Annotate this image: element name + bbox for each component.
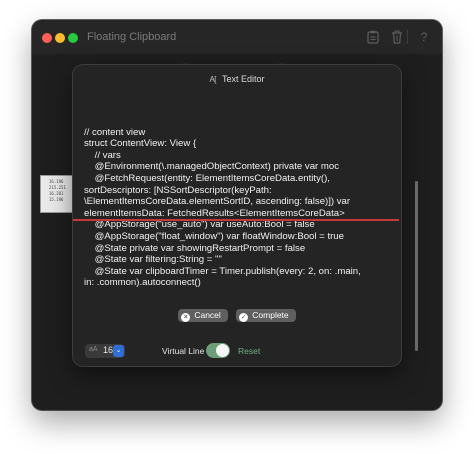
text-format-icon: A[ — [209, 75, 217, 84]
code-line: @AppStorage("float_window") var floatWin… — [84, 230, 344, 242]
code-line: // content view — [84, 126, 146, 138]
text-editor-sheet: A[ Text Editor // content view struct Cont… — [73, 65, 418, 366]
text-editor-header: A[ Text Editor — [73, 65, 401, 93]
code-line: @AppStorage("use_auto") var useAuto:Bool… — [84, 219, 315, 231]
checkmark-circle-icon: ✓ — [239, 313, 249, 322]
trash-icon[interactable] — [391, 30, 403, 44]
editor-scrollbar[interactable] — [415, 181, 418, 351]
font-size-value: 16 — [103, 345, 114, 355]
code-line: @FetchRequest(entity: ElementItemsCoreDa… — [84, 172, 330, 184]
clipboard-icon[interactable] — [367, 30, 379, 44]
title-bar: Floating Clipboard ? — [32, 20, 442, 54]
toggle-knob — [216, 344, 229, 357]
chevron-up-down-icon: ⌄ — [113, 345, 124, 357]
minimize-window-button[interactable] — [55, 33, 65, 43]
xmark-circle-icon: × — [181, 313, 191, 322]
code-line: @State private var showingRestartPrompt … — [84, 242, 306, 254]
virtual-line-indicator — [73, 219, 399, 221]
thumbnail-text: 15.196 — [49, 197, 64, 202]
reset-button[interactable]: Reset — [238, 346, 260, 356]
help-icon[interactable]: ? — [418, 30, 430, 44]
editor-action-buttons: × Cancel ✓ Complete — [73, 309, 401, 327]
zoom-window-button[interactable] — [68, 33, 78, 43]
virtual-line-label: Virtual Line — [162, 346, 205, 356]
code-line: // vars — [84, 149, 121, 161]
close-window-button[interactable] — [42, 33, 52, 43]
font-size-select[interactable]: aA 16 ⌄ — [85, 344, 125, 358]
code-line: in: .common).autoconnect() — [84, 277, 201, 289]
code-line: @State var clipboardTimer = Timer.publis… — [84, 265, 361, 277]
code-line: @State var filtering:String = "" — [84, 254, 222, 266]
main-window: Floating Clipboard ? 16.196 215.251 16.2… — [32, 20, 442, 410]
complete-button-label: Complete — [252, 310, 289, 320]
code-line: @Environment(\.managedObjectContext) pri… — [84, 161, 340, 173]
cancel-button-label: Cancel — [194, 310, 221, 320]
virtual-line-toggle[interactable] — [206, 343, 230, 358]
cancel-button[interactable]: × Cancel — [178, 309, 228, 322]
code-line: struct ContentView: View { — [84, 138, 197, 150]
window-title: Floating Clipboard — [87, 31, 177, 43]
text-editor-title: Text Editor — [222, 74, 265, 84]
code-editor-textarea[interactable]: // content view struct ContentView: View … — [84, 115, 392, 295]
font-size-icon: aA — [89, 346, 98, 353]
toolbar-divider — [407, 30, 408, 44]
complete-button[interactable]: ✓ Complete — [236, 309, 296, 322]
code-line: sortDescriptors: [NSSortDescriptor(keyPa… — [84, 184, 272, 196]
code-line: elementItemsData: FetchedResults<Element… — [84, 207, 345, 219]
code-line: \ElementItemsCoreData.elementSortID, asc… — [84, 196, 351, 208]
